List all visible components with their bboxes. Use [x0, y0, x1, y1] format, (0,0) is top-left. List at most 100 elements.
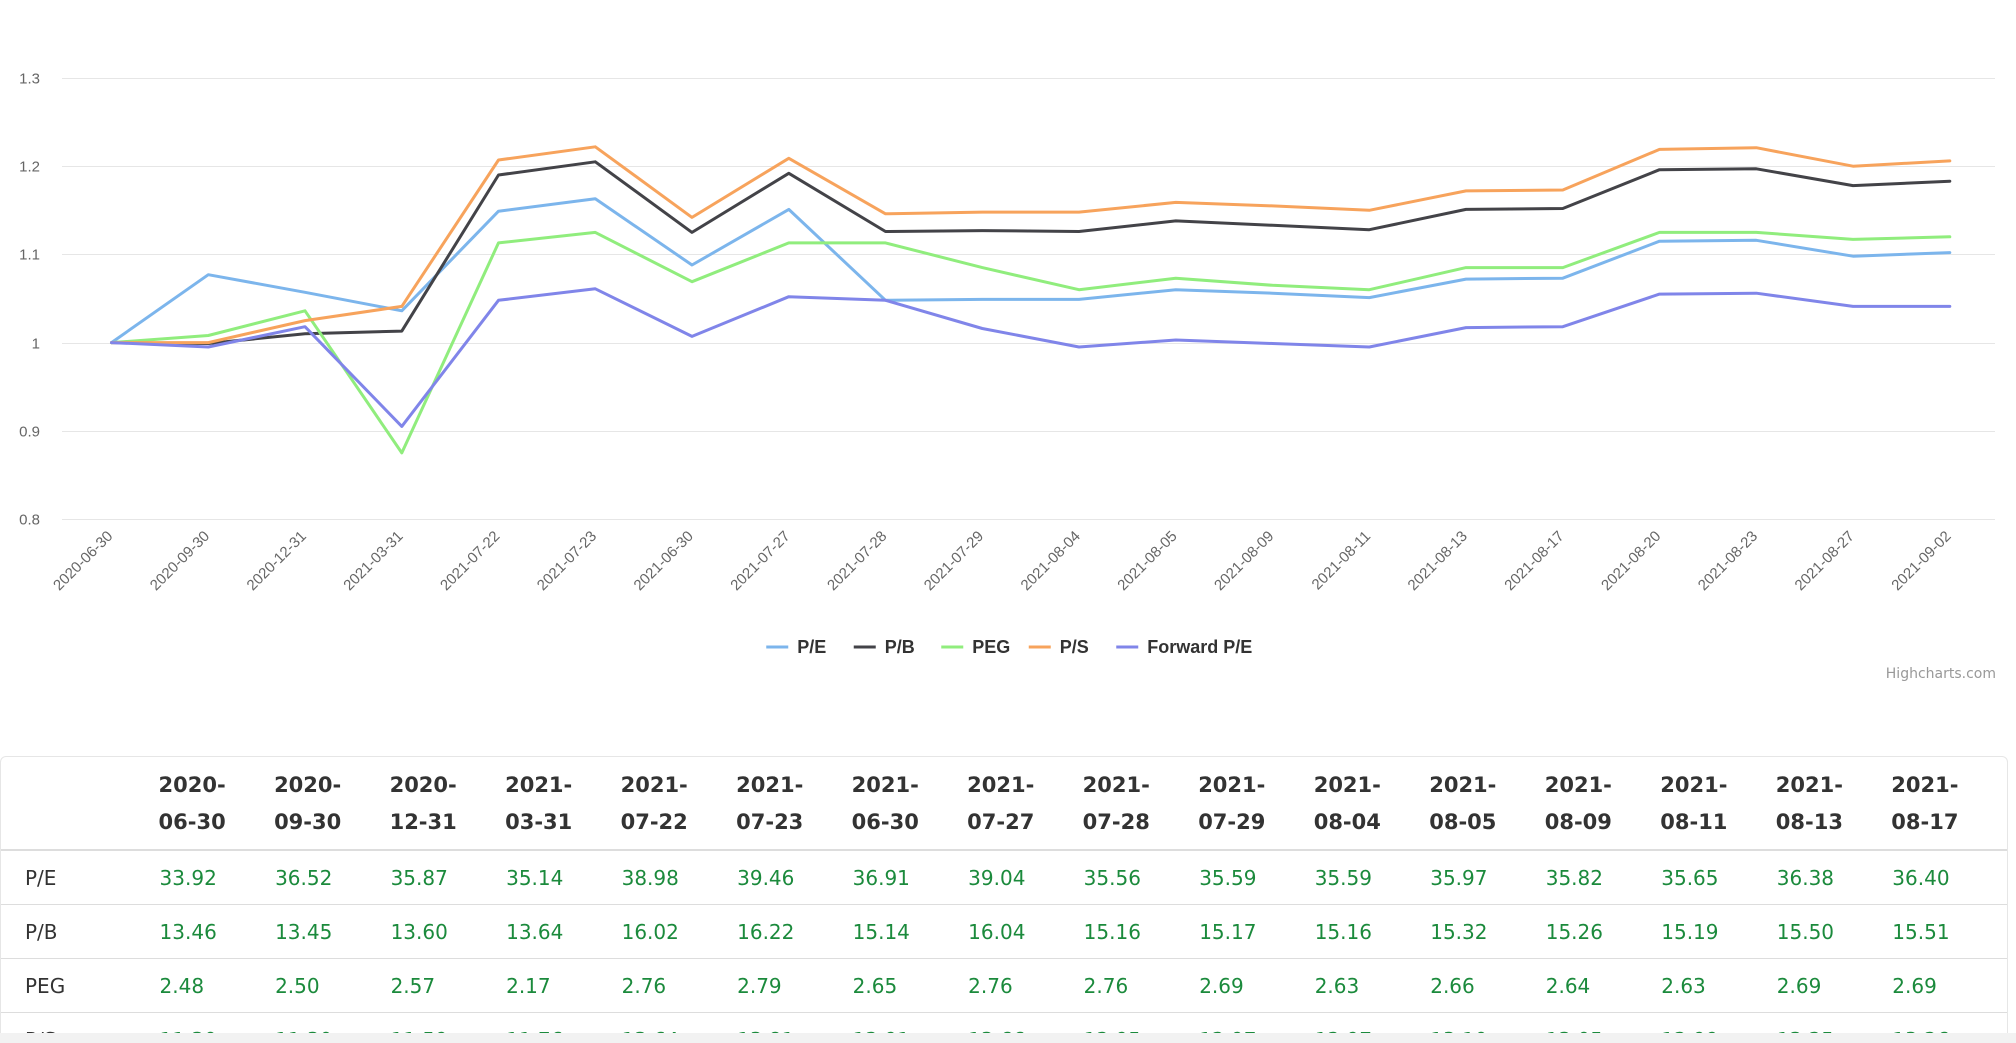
table-cell: 2.76 — [967, 958, 1083, 1013]
table-cell: 15.17 — [1198, 904, 1314, 959]
table-cell: 2.76 — [620, 958, 737, 1013]
date-header-part: 2021- — [967, 773, 1035, 797]
date-header-part: 2021- — [1429, 773, 1497, 797]
date-header-part: 2021- — [1082, 773, 1150, 797]
series-line — [110, 230, 1952, 455]
series-line — [110, 197, 1952, 345]
x-tick-label: 2021-08-17 — [1501, 528, 1567, 594]
x-tick-label: 2021-08-23 — [1695, 528, 1761, 594]
date-header-part: 08-04 — [1313, 810, 1381, 834]
table-cell: 2.50 — [274, 958, 390, 1013]
date-header-part: 08-09 — [1544, 810, 1612, 834]
chart-credit[interactable]: Highcharts.com — [1886, 666, 1996, 682]
x-tick-label: 2021-07-22 — [437, 528, 503, 594]
table-cell: 2.48 — [158, 958, 275, 1013]
date-header-part: 08-17 — [1891, 810, 1959, 834]
table-date-header: 2021- 03-31 — [505, 757, 621, 850]
table-cell: 36.52 — [274, 850, 390, 905]
line-chart: 0.8 0.9 1 1.1 1.2 1.3 2020-06-30 2020-09-30 2020… — [19, 71, 1995, 657]
data-table: 2020- 06-30 2020- 09-30 2020- 12-31 2021- 03-31… — [1, 757, 2007, 1042]
table-header-row: 2020- 06-30 2020- 09-30 2020- 12-31 2021- 03-31… — [1, 757, 2007, 850]
table-cell: 13.46 — [158, 904, 275, 959]
legend-item[interactable]: P/S — [1060, 637, 1089, 657]
table-cell: 35.82 — [1544, 850, 1661, 905]
y-tick-label: 1 — [32, 336, 40, 353]
table-cell: 15.50 — [1775, 904, 1892, 959]
date-header-part: 03-31 — [505, 810, 573, 834]
date-header-part: 08-05 — [1429, 810, 1497, 834]
table-cell: 13.60 — [389, 904, 506, 959]
x-tick-label: 2021-07-29 — [921, 528, 987, 594]
legend-item[interactable]: P/E — [797, 637, 826, 657]
date-header-part: 2021- — [505, 773, 573, 797]
date-header-part: 2021- — [1544, 773, 1612, 797]
date-header-part: 07-29 — [1198, 810, 1266, 834]
table-date-header: 2021- 07-22 — [621, 757, 737, 850]
table-cell: 15.26 — [1544, 904, 1661, 959]
table-row: PEG 2.48 2.50 2.57 2.17 2.76 2.79 2.65 2.76 2.76 2… — [1, 958, 2007, 1013]
table-date-header: 2021- 07-29 — [1198, 757, 1314, 850]
date-header-part: 2020- — [389, 773, 457, 797]
table-row: P/E 33.92 36.52 35.87 35.14 38.98 39.46 36.91 39… — [1, 850, 2007, 905]
table-date-header: 2021- 07-23 — [736, 757, 852, 850]
table-cell: 15.14 — [851, 904, 968, 959]
date-header-part: 2020- — [158, 773, 226, 797]
date-header-part: 06-30 — [158, 810, 226, 834]
x-tick-label: 2021-06-30 — [631, 528, 697, 594]
x-tick-label: 2021-08-09 — [1211, 528, 1277, 594]
date-header-part: 2020- — [274, 773, 342, 797]
table-date-header: 2020- 09-30 — [274, 757, 390, 850]
table-cell: 2.66 — [1429, 958, 1545, 1013]
table-cell: 15.16 — [1082, 904, 1199, 959]
x-tick-label: 2021-08-04 — [1018, 528, 1084, 594]
date-header-part: 12-31 — [389, 810, 457, 834]
legend-item[interactable]: PEG — [972, 637, 1010, 657]
series-line — [110, 160, 1952, 345]
x-tick-label: 2021-07-23 — [534, 528, 600, 594]
legend-item[interactable]: P/B — [885, 637, 915, 657]
date-header-part: 2021- — [1198, 773, 1266, 797]
y-tick-label: 0.9 — [19, 424, 40, 441]
row-label: PEG — [1, 958, 159, 1013]
table-cell: 36.91 — [851, 850, 968, 905]
table-cell: 16.02 — [620, 904, 737, 959]
table-cell: 35.56 — [1082, 850, 1199, 905]
date-header-part: 07-28 — [1082, 810, 1150, 834]
x-tick-label: 2021-08-11 — [1309, 528, 1374, 593]
y-tick-label: 0.8 — [19, 512, 40, 529]
table-cell: 2.69 — [1891, 958, 2007, 1013]
date-header-part: 07-22 — [620, 810, 688, 834]
x-tick-label: 2021-08-05 — [1114, 528, 1180, 594]
table-cell: 15.16 — [1313, 904, 1430, 959]
table-cell: 2.64 — [1544, 958, 1661, 1013]
x-tick-label: 2021-08-20 — [1598, 528, 1664, 594]
data-table-container: 2020- 06-30 2020- 09-30 2020- 12-31 2021- 03-31… — [0, 756, 2008, 1043]
row-label: P/E — [1, 850, 159, 905]
table-date-header: 2021- 06-30 — [852, 757, 968, 850]
table-date-header: 2021- 08-04 — [1314, 757, 1430, 850]
table-date-header: 2021- 08-11 — [1660, 757, 1776, 850]
bottom-scrollbar-track[interactable] — [0, 1033, 2016, 1043]
table-date-header: 2021- 07-28 — [1083, 757, 1199, 850]
table-cell: 35.97 — [1429, 850, 1545, 905]
x-tick-label: 2021-03-31 — [340, 528, 406, 594]
table-cell: 15.32 — [1429, 904, 1545, 959]
table-cell: 2.63 — [1313, 958, 1430, 1013]
date-header-part: 2021- — [1775, 773, 1843, 797]
table-date-header: 2020- 12-31 — [390, 757, 506, 850]
table-date-header: 2021- 08-09 — [1545, 757, 1661, 850]
x-tick-label: 2020-12-31 — [244, 528, 310, 594]
table-cell: 2.63 — [1660, 958, 1776, 1013]
legend-item[interactable]: Forward P/E — [1147, 637, 1252, 657]
table-cell: 2.65 — [851, 958, 968, 1013]
x-tick-label: 2020-06-30 — [50, 528, 116, 594]
date-header-part: 2021- — [620, 773, 688, 797]
table-cell: 35.59 — [1198, 850, 1314, 905]
date-header-part: 2021- — [851, 773, 919, 797]
table-date-header: 2021- 08-05 — [1429, 757, 1545, 850]
table-cell: 13.64 — [505, 904, 621, 959]
table-cell: 39.04 — [967, 850, 1083, 905]
table-cell: 2.69 — [1198, 958, 1314, 1013]
x-tick-label: 2021-09-02 — [1888, 528, 1954, 594]
date-header-part: 2021- — [1891, 773, 1959, 797]
